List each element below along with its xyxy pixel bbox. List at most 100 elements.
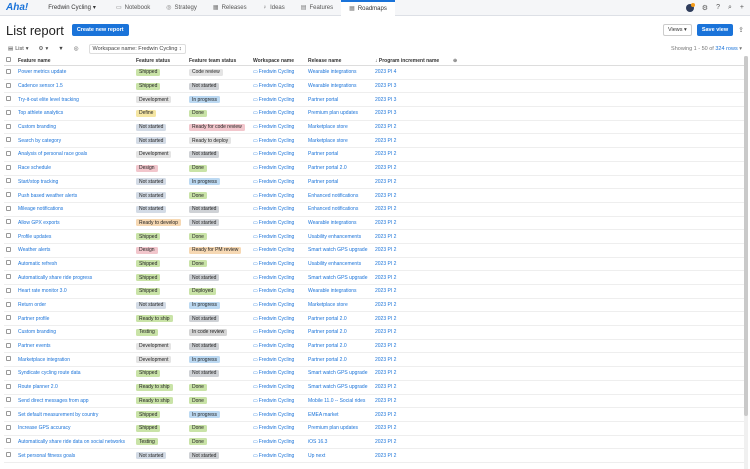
row-checkbox[interactable] xyxy=(4,150,16,158)
workspace-cell[interactable]: ▭Fredwin Cycling xyxy=(251,206,306,212)
workspace-cell[interactable]: ▭Fredwin Cycling xyxy=(251,275,306,281)
row-checkbox[interactable] xyxy=(4,397,16,404)
feature-name-cell[interactable]: Search by category xyxy=(16,138,134,144)
increment-name-cell[interactable]: 2023 PI 2 xyxy=(373,165,451,171)
increment-name-cell[interactable]: 2023 PI 2 xyxy=(373,138,451,144)
release-name-cell[interactable]: Partner portal xyxy=(306,151,373,157)
feature-name-cell[interactable]: Partner events xyxy=(16,343,134,349)
workspace-cell[interactable]: ▭Fredwin Cycling xyxy=(251,316,306,322)
feature-name-cell[interactable]: Increase GPS accuracy xyxy=(16,425,134,431)
avatar[interactable] xyxy=(685,2,695,12)
release-name-cell[interactable]: Partner portal 2.0 xyxy=(306,343,373,349)
increment-name-cell[interactable]: 2023 PI 2 xyxy=(373,357,451,363)
nav-notebook[interactable]: ▭ Notebook xyxy=(108,0,158,16)
sync-icon[interactable]: ◎ xyxy=(74,46,79,52)
row-checkbox[interactable] xyxy=(4,123,16,131)
release-name-cell[interactable]: EMEA market xyxy=(306,412,373,418)
feature-name-cell[interactable]: Start/stop tracking xyxy=(16,179,134,185)
feature-name-cell[interactable]: Automatically share ride progress xyxy=(16,275,134,281)
vertical-scrollbar[interactable] xyxy=(744,56,748,469)
workspace-cell[interactable]: ▭Fredwin Cycling xyxy=(251,124,306,130)
increment-name-cell[interactable]: 2023 PI 2 xyxy=(373,398,451,404)
list-view-selector[interactable]: ▤ List ▾ xyxy=(8,46,29,52)
release-name-cell[interactable]: Wearable integrations xyxy=(306,69,373,75)
row-checkbox[interactable] xyxy=(4,424,16,432)
workspace-cell[interactable]: ▭Fredwin Cycling xyxy=(251,193,306,199)
feature-name-cell[interactable]: Try-it-out elite level tracking xyxy=(16,97,134,103)
workspace-cell[interactable]: ▭Fredwin Cycling xyxy=(251,439,306,445)
increment-name-cell[interactable]: 2023 PI 2 xyxy=(373,370,451,376)
feature-name-cell[interactable]: Allow GPX exports xyxy=(16,220,134,226)
increment-name-cell[interactable]: 2023 PI 2 xyxy=(373,412,451,418)
nav-roadmaps[interactable]: ▦ Roadmaps xyxy=(341,0,395,16)
select-all-checkbox[interactable] xyxy=(4,57,16,64)
row-checkbox[interactable] xyxy=(4,356,16,363)
release-name-cell[interactable]: Partner portal 2.0 xyxy=(306,357,373,363)
feature-name-cell[interactable]: Send direct messages from app xyxy=(16,398,134,404)
workspace-selector[interactable]: Fredwin Cycling ▾ xyxy=(48,4,96,12)
workspace-cell[interactable]: ▭Fredwin Cycling xyxy=(251,425,306,431)
workspace-cell[interactable]: ▭Fredwin Cycling xyxy=(251,138,306,144)
release-name-cell[interactable]: Wearable integrations xyxy=(306,288,373,294)
release-name-cell[interactable]: Smart watch GPS upgrade xyxy=(306,370,373,376)
increment-name-cell[interactable]: 2023 PI 2 xyxy=(373,124,451,130)
save-view-button[interactable]: Save view xyxy=(696,24,734,36)
help-icon[interactable]: ? xyxy=(716,4,720,11)
row-checkbox[interactable] xyxy=(4,274,16,281)
row-count-link[interactable]: 324 rows xyxy=(715,46,737,52)
increment-name-cell[interactable]: 2023 PI 2 xyxy=(373,206,451,212)
workspace-cell[interactable]: ▭Fredwin Cycling xyxy=(251,97,306,103)
increment-name-cell[interactable]: 2023 PI 3 xyxy=(373,110,451,116)
row-checkbox[interactable] xyxy=(4,205,16,213)
increment-name-cell[interactable]: 2023 PI 2 xyxy=(373,151,451,157)
workspace-cell[interactable]: ▭Fredwin Cycling xyxy=(251,384,306,390)
nav-releases[interactable]: ▦ Releases xyxy=(205,0,255,16)
column-header[interactable]: Feature team status xyxy=(187,58,251,64)
feature-name-cell[interactable]: Automatically share ride data on social … xyxy=(16,439,134,445)
release-name-cell[interactable]: Marketplace store xyxy=(306,138,373,144)
column-header[interactable]: Feature status xyxy=(134,58,187,64)
add-column-icon[interactable]: ⊕ xyxy=(451,58,463,64)
row-checkbox[interactable] xyxy=(4,233,16,240)
row-checkbox[interactable] xyxy=(4,68,16,76)
feature-name-cell[interactable]: Power metrics update xyxy=(16,69,134,75)
release-name-cell[interactable]: Enhanced notifications xyxy=(306,193,373,199)
settings-menu[interactable]: ⚙ ▾ xyxy=(39,46,49,52)
feature-name-cell[interactable]: Route planner 2.0 xyxy=(16,384,134,390)
release-name-cell[interactable]: Premium plan updates xyxy=(306,110,373,116)
nav-features[interactable]: ▤ Features xyxy=(293,0,341,16)
feature-name-cell[interactable]: Race schedule xyxy=(16,165,134,171)
release-name-cell[interactable]: Wearable integrations xyxy=(306,83,373,89)
feature-name-cell[interactable]: Marketplace integration xyxy=(16,357,134,363)
release-name-cell[interactable]: Marketplace store xyxy=(306,302,373,308)
increment-name-cell[interactable]: 2023 PI 3 xyxy=(373,83,451,89)
workspace-cell[interactable]: ▭Fredwin Cycling xyxy=(251,288,306,294)
release-name-cell[interactable]: iOS 16.3 xyxy=(306,439,373,445)
share-icon[interactable]: ⇪ xyxy=(738,26,744,34)
views-dropdown[interactable]: Views ▾ xyxy=(662,24,692,36)
increment-name-cell[interactable]: 2023 PI 2 xyxy=(373,329,451,335)
release-name-cell[interactable]: Enhanced notifications xyxy=(306,206,373,212)
column-header[interactable]: Feature name xyxy=(16,58,134,64)
aha-logo[interactable]: Aha! xyxy=(6,2,28,13)
row-checkbox[interactable] xyxy=(4,137,16,144)
row-checkbox[interactable] xyxy=(4,438,16,445)
release-name-cell[interactable]: Smart watch GPS upgrade xyxy=(306,384,373,390)
feature-name-cell[interactable]: Automatic refresh xyxy=(16,261,134,267)
row-checkbox[interactable] xyxy=(4,260,16,267)
workspace-cell[interactable]: ▭Fredwin Cycling xyxy=(251,343,306,349)
search-icon[interactable]: ⌕ xyxy=(728,4,732,12)
feature-name-cell[interactable]: Mileage notifications xyxy=(16,206,134,212)
release-name-cell[interactable]: Smart watch GPS upgrade xyxy=(306,247,373,253)
feature-name-cell[interactable]: Cadence sensor 1.5 xyxy=(16,83,134,89)
column-header[interactable]: Workspace name xyxy=(251,58,306,64)
feature-name-cell[interactable]: Top athlete analytics xyxy=(16,110,134,116)
workspace-cell[interactable]: ▭Fredwin Cycling xyxy=(251,234,306,240)
workspace-cell[interactable]: ▭Fredwin Cycling xyxy=(251,151,306,157)
release-name-cell[interactable]: Partner portal xyxy=(306,179,373,185)
increment-name-cell[interactable]: 2023 PI 2 xyxy=(373,288,451,294)
workspace-cell[interactable]: ▭Fredwin Cycling xyxy=(251,329,306,335)
increment-name-cell[interactable]: 2023 PI 4 xyxy=(373,69,451,75)
workspace-cell[interactable]: ▭Fredwin Cycling xyxy=(251,453,306,459)
increment-name-cell[interactable]: 2023 PI 2 xyxy=(373,193,451,199)
